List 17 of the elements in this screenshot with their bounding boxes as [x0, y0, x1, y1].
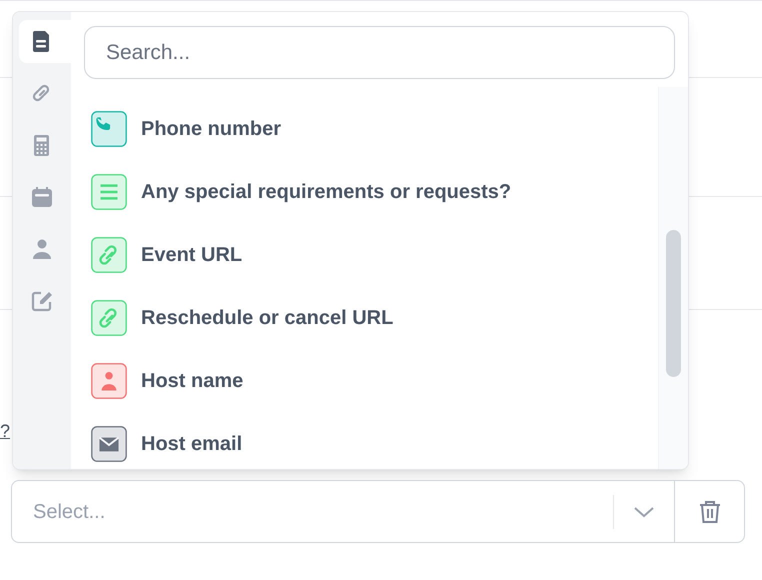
scrollbar[interactable] [658, 87, 688, 469]
field-option[interactable]: Event URL [71, 223, 658, 286]
chevron-down-icon[interactable] [633, 506, 655, 518]
field-option[interactable]: Phone number [71, 97, 658, 160]
edit-icon [31, 290, 53, 313]
trash-icon [698, 500, 720, 524]
select-placeholder: Select... [33, 500, 106, 524]
question-text: ? [0, 420, 10, 443]
scrollbar-thumb[interactable] [666, 230, 681, 377]
category-tab[interactable] [19, 20, 71, 63]
search-field[interactable]: Search... [84, 26, 675, 79]
field-option[interactable]: Host email [71, 412, 658, 469]
field-option[interactable]: Any special requirements or requests? [71, 160, 658, 223]
calendar-icon [31, 186, 53, 209]
field-option[interactable]: Reschedule or cancel URL [71, 286, 658, 349]
field-option[interactable]: Host name [71, 349, 658, 412]
person-icon [31, 238, 53, 261]
